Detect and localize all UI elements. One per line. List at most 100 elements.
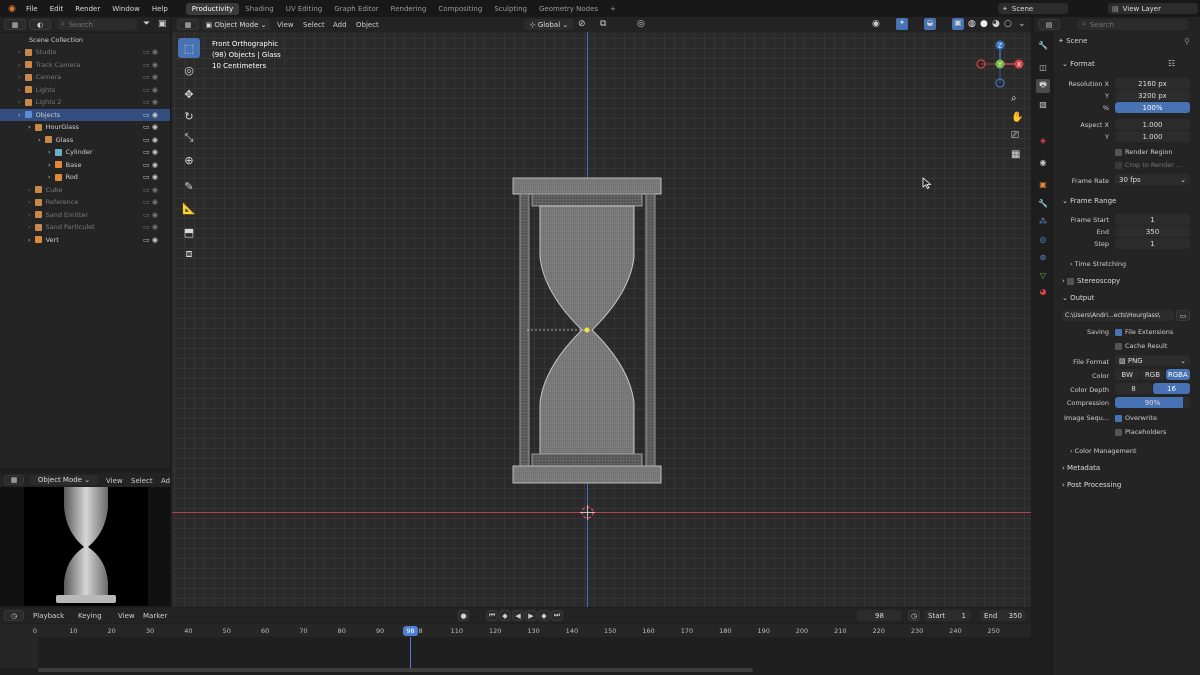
- tab-productivity[interactable]: Productivity: [185, 2, 240, 15]
- frame-rate-dropdown[interactable]: 30 fps ⌄: [1115, 174, 1190, 185]
- visibility-toggle-icon[interactable]: ▭ ◉: [143, 173, 158, 181]
- visibility-toggle-icon[interactable]: ▭ ◉: [143, 161, 158, 169]
- play-icon[interactable]: ▶: [525, 610, 537, 621]
- outliner-row[interactable]: › HourGlass ▭ ◉: [0, 121, 170, 133]
- cache-result-checkbox[interactable]: Cache Result: [1115, 342, 1167, 350]
- pin-icon[interactable]: ⚲: [1184, 37, 1190, 46]
- scene-tab-icon[interactable]: ◈: [1036, 133, 1050, 147]
- outliner-row[interactable]: › Camera ▭ ◉: [0, 71, 170, 83]
- scene-selector[interactable]: ✦ Scene: [998, 3, 1068, 14]
- select-box-icon[interactable]: ⬚: [178, 38, 200, 58]
- visibility-toggle-icon[interactable]: ▭ ◉: [143, 211, 158, 219]
- outliner-row[interactable]: › Cube ▭ ◉: [0, 184, 170, 196]
- data-tab-icon[interactable]: ▽: [1036, 268, 1050, 282]
- object-mode-dropdown[interactable]: ▣ Object Mode ⌄: [202, 19, 270, 30]
- menu-window[interactable]: Window: [106, 5, 146, 13]
- color-rgb-button[interactable]: RGB: [1140, 369, 1165, 380]
- play-reverse-icon[interactable]: ◀: [512, 610, 524, 621]
- post-processing-section-header[interactable]: › Post Processing: [1062, 481, 1121, 489]
- playhead-frame[interactable]: 98: [403, 626, 418, 636]
- outliner-row[interactable]: › Vert ▭ ◉: [0, 234, 170, 246]
- timeline-menu-marker[interactable]: Marker: [143, 612, 167, 620]
- pivot-icon[interactable]: ⊘: [578, 19, 586, 29]
- preview-menu-add[interactable]: Ad: [161, 477, 170, 485]
- visibility-toggle-icon[interactable]: ▭ ◉: [143, 236, 158, 244]
- render-tab-icon[interactable]: ◫: [1036, 60, 1050, 74]
- file-format-dropdown[interactable]: ▨ PNG ⌄: [1115, 355, 1190, 366]
- editor-type-icon[interactable]: ▦: [4, 475, 24, 485]
- visibility-toggle-icon[interactable]: ▭ ◉: [143, 136, 158, 144]
- color-bw-button[interactable]: BW: [1115, 369, 1140, 380]
- expand-arrow-icon[interactable]: ›: [18, 73, 21, 81]
- snap-icon[interactable]: ⧉: [600, 19, 606, 29]
- tab-rendering[interactable]: Rendering: [385, 3, 433, 15]
- xray-toggle-icon[interactable]: ▣: [952, 18, 964, 30]
- overlay-toggle-icon[interactable]: ◒: [924, 18, 936, 30]
- view-layer-selector[interactable]: ▤ View Layer: [1108, 3, 1198, 14]
- time-stretching-subpanel[interactable]: › Time Stretching: [1070, 260, 1126, 268]
- outliner-row[interactable]: › Objects ▭ ◉: [0, 108, 170, 121]
- particles-tab-icon[interactable]: ⁂: [1036, 214, 1050, 228]
- timeline-menu-playback[interactable]: Playback: [33, 612, 64, 620]
- navigation-gizmo[interactable]: Z X Y: [972, 37, 1031, 97]
- next-keyframe-icon[interactable]: ◆: [538, 610, 550, 621]
- viewport-menu-add[interactable]: Add: [333, 21, 347, 29]
- editor-type-icon[interactable]: ▦: [177, 19, 199, 30]
- menu-edit[interactable]: Edit: [44, 5, 70, 13]
- preview-menu-view[interactable]: View: [106, 477, 123, 485]
- add-object-tool-icon[interactable]: ⧈: [178, 244, 200, 264]
- outliner-row[interactable]: › Track Camera ▭ ◉: [0, 59, 170, 71]
- visibility-toggle-icon[interactable]: ▭ ◉: [143, 223, 158, 231]
- expand-arrow-icon[interactable]: ›: [38, 136, 41, 144]
- 3d-cursor-icon[interactable]: [580, 505, 595, 520]
- folder-icon[interactable]: ▭: [1176, 310, 1190, 321]
- frame-start-field[interactable]: 1: [1115, 214, 1190, 225]
- outliner-row[interactable]: › Base ▭ ◉: [0, 159, 170, 171]
- overwrite-checkbox[interactable]: Overwrite: [1115, 414, 1157, 422]
- timeline-scrollbar[interactable]: [38, 668, 753, 672]
- output-section-header[interactable]: ⌄ Output: [1062, 294, 1094, 302]
- pan-hand-icon[interactable]: ✋: [1011, 112, 1023, 123]
- blender-logo-icon[interactable]: ◉: [4, 3, 20, 15]
- visibility-toggle-icon[interactable]: ▭ ◉: [143, 111, 158, 119]
- timeline-menu-keying[interactable]: Keying: [78, 612, 102, 620]
- format-section-header[interactable]: ⌄ Format: [1062, 60, 1095, 68]
- frame-end-field[interactable]: 350: [1115, 226, 1190, 237]
- annotate-tool-icon[interactable]: ✎: [178, 176, 200, 196]
- jump-end-icon[interactable]: ⏭: [551, 610, 563, 621]
- current-frame-field[interactable]: 98: [857, 610, 902, 621]
- expand-arrow-icon[interactable]: ›: [28, 198, 31, 206]
- tab-shading[interactable]: Shading: [239, 3, 279, 15]
- outliner-row[interactable]: › Lights ▭ ◉: [0, 84, 170, 96]
- scene-collection-row[interactable]: Scene Collection: [0, 34, 170, 46]
- resolution-x-field[interactable]: 2160 px: [1115, 78, 1190, 89]
- ortho-grid-icon[interactable]: ▦: [1011, 149, 1020, 160]
- modifier-tab-icon[interactable]: 🔧: [1036, 196, 1050, 210]
- world-tab-icon[interactable]: ◉: [1036, 155, 1050, 169]
- resolution-percent-field[interactable]: 100%: [1115, 102, 1190, 113]
- tab-graph-editor[interactable]: Graph Editor: [328, 3, 384, 15]
- metadata-section-header[interactable]: › Metadata: [1062, 464, 1100, 472]
- visibility-toggle-icon[interactable]: ▭ ◉: [143, 48, 158, 56]
- outliner-row[interactable]: › Rod ▭ ◉: [0, 171, 170, 183]
- outliner-row[interactable]: › Sand Particulet ▭ ◉: [0, 221, 170, 233]
- outliner-search-input[interactable]: ⌕ Search: [57, 19, 137, 30]
- editor-type-icon[interactable]: ◷: [4, 610, 24, 621]
- proportional-edit-icon[interactable]: ◎: [637, 19, 645, 29]
- expand-arrow-icon[interactable]: ›: [48, 148, 51, 156]
- visibility-toggle-icon[interactable]: ▭ ◉: [143, 198, 158, 206]
- transform-tool-icon[interactable]: ⊕: [178, 150, 200, 170]
- aspect-y-field[interactable]: 1.000: [1115, 131, 1190, 142]
- menu-help[interactable]: Help: [146, 5, 174, 13]
- color-rgba-button[interactable]: RGBA: [1165, 369, 1190, 380]
- measure-tool-icon[interactable]: 📐: [178, 198, 200, 218]
- visibility-toggle-icon[interactable]: ▭ ◉: [143, 186, 158, 194]
- visibility-toggle-icon[interactable]: ▭ ◉: [143, 98, 158, 106]
- viewport-menu-object[interactable]: Object: [356, 21, 379, 29]
- visibility-toggle-icon[interactable]: ▭ ◉: [143, 123, 158, 131]
- timeline-menu-view[interactable]: View: [118, 612, 135, 620]
- outliner-row[interactable]: › Studio ▭ ◉: [0, 46, 170, 58]
- material-tab-icon[interactable]: ◕: [1036, 284, 1050, 298]
- expand-arrow-icon[interactable]: ›: [18, 86, 21, 94]
- filter-icon[interactable]: ⏷: [143, 19, 150, 29]
